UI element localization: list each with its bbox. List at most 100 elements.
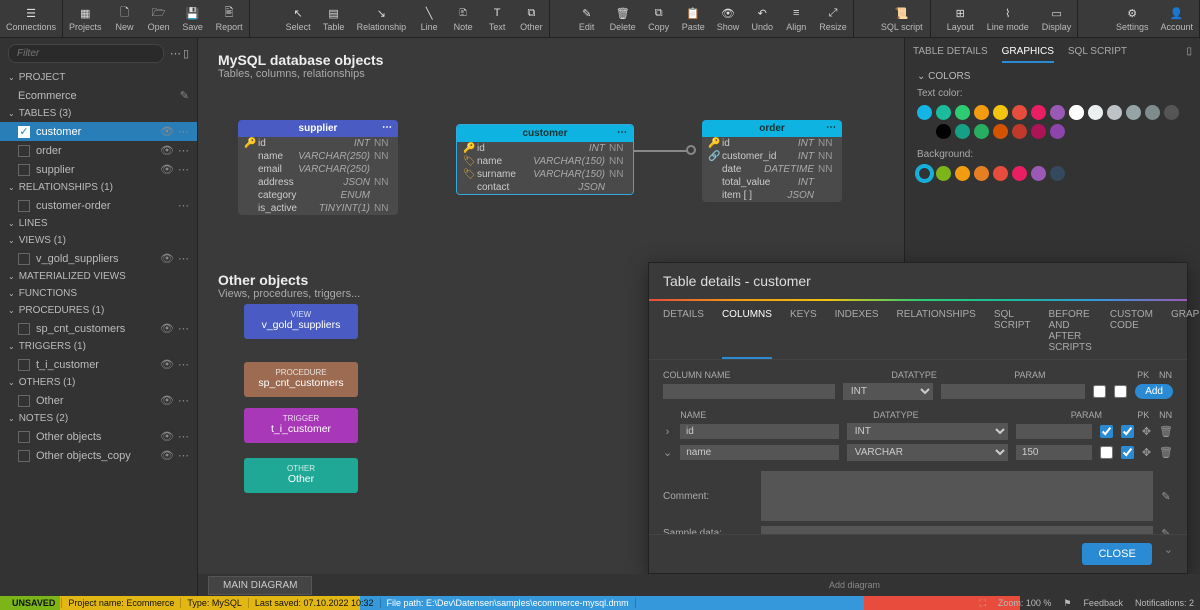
- tree-views[interactable]: ⌄VIEWS (1): [0, 232, 197, 249]
- color-swatch[interactable]: [955, 124, 970, 139]
- eye-icon[interactable]: 👁: [160, 252, 174, 265]
- linemode-button[interactable]: ⌇Line mode: [980, 0, 1036, 37]
- color-swatch[interactable]: [1069, 105, 1084, 120]
- settings-button[interactable]: ⚙Settings: [1110, 0, 1155, 37]
- dots-icon[interactable]: ⋯: [178, 163, 189, 176]
- sidebar-item-note2[interactable]: Other objects_copy👁⋯: [0, 446, 197, 465]
- collapse-icon[interactable]: ▯: [1186, 46, 1192, 63]
- layout-button[interactable]: ⊞Layout: [941, 0, 980, 37]
- new-button[interactable]: 🗋New: [108, 0, 142, 37]
- projects-button[interactable]: ▦Projects: [63, 0, 108, 37]
- column-datatype-select[interactable]: INT: [847, 423, 1008, 440]
- column-datatype-select[interactable]: VARCHAR: [847, 444, 1008, 461]
- panel-icon[interactable]: ▯: [183, 47, 189, 60]
- new-pk-checkbox[interactable]: [1093, 385, 1106, 398]
- table-column-row[interactable]: addressJSONNN: [238, 176, 398, 189]
- rtab-table-details[interactable]: TABLE DETAILS: [913, 46, 988, 63]
- new-column-param-input[interactable]: [941, 384, 1085, 399]
- dots-icon[interactable]: ⋯: [178, 125, 189, 138]
- new-column-name-input[interactable]: [663, 384, 835, 399]
- dots-icon[interactable]: ⋯: [178, 430, 189, 443]
- card-trigger[interactable]: TRIGGERt_i_customer: [244, 408, 358, 443]
- chevron-right-icon[interactable]: ›: [663, 426, 672, 438]
- mtab-indexes[interactable]: INDEXES: [835, 309, 879, 359]
- column-param-input[interactable]: [1016, 445, 1092, 460]
- table-column-row[interactable]: nameVARCHAR(250)NN: [238, 150, 398, 163]
- table-column-row[interactable]: is_activeTINYINT(1)NN: [238, 202, 398, 215]
- show-button[interactable]: 👁Show: [711, 0, 746, 37]
- table-column-row[interactable]: 🏷nameVARCHAR(150)NN: [457, 155, 633, 168]
- sqlscript-button[interactable]: 📜SQL script: [874, 0, 930, 37]
- chevron-down-icon[interactable]: ⌄: [663, 446, 672, 459]
- dots-icon[interactable]: ⋯: [178, 144, 189, 157]
- color-swatch[interactable]: [917, 166, 932, 181]
- color-swatch[interactable]: [993, 124, 1008, 139]
- table-column-row[interactable]: item [ ]JSON: [702, 189, 842, 202]
- add-diagram-button[interactable]: Add diagram: [829, 580, 880, 590]
- card-view[interactable]: VIEWv_gold_suppliers: [244, 304, 358, 339]
- delete-button[interactable]: 🗑Delete: [604, 0, 642, 37]
- dots-icon[interactable]: ⋯: [178, 358, 189, 371]
- table-button[interactable]: ▤Table: [317, 0, 351, 37]
- color-swatch[interactable]: [917, 105, 932, 120]
- color-swatch[interactable]: [1031, 105, 1046, 120]
- sidebar-item-note1[interactable]: Other objects👁⋯: [0, 427, 197, 446]
- eye-icon[interactable]: 👁: [160, 125, 174, 138]
- trash-icon[interactable]: 🗑: [1159, 425, 1173, 438]
- pencil-icon[interactable]: ✎: [180, 89, 189, 102]
- table-customer[interactable]: customer⋯ 🔑idINTNN🏷nameVARCHAR(150)NN🏷su…: [456, 124, 634, 195]
- paste-button[interactable]: 📋Paste: [676, 0, 711, 37]
- copy-button[interactable]: ⧉Copy: [642, 0, 676, 37]
- comment-textarea[interactable]: [761, 471, 1153, 521]
- color-swatch[interactable]: [1088, 105, 1103, 120]
- status-feedback[interactable]: Feedback: [1083, 598, 1123, 609]
- table-column-row[interactable]: emailVARCHAR(250): [238, 163, 398, 176]
- connections-button[interactable]: ☰Connections: [0, 0, 62, 37]
- undo-button[interactable]: ↶Undo: [745, 0, 779, 37]
- dots-icon[interactable]: ⋯: [178, 199, 189, 212]
- open-button[interactable]: 🗁Open: [142, 0, 176, 37]
- color-swatch[interactable]: [1050, 105, 1065, 120]
- color-swatch[interactable]: [955, 105, 970, 120]
- sidebar-item-proc[interactable]: sp_cnt_customers👁⋯: [0, 319, 197, 338]
- sidebar-item-rel[interactable]: customer-order⋯: [0, 196, 197, 215]
- fullscreen-icon[interactable]: ⛶: [980, 598, 986, 609]
- collapse-icon[interactable]: ⌄: [1164, 543, 1173, 565]
- color-swatch[interactable]: [1031, 124, 1046, 139]
- color-swatch[interactable]: [936, 124, 951, 139]
- card-other[interactable]: OTHEROther: [244, 458, 358, 493]
- select-button[interactable]: ↖Select: [280, 0, 317, 37]
- eye-icon[interactable]: 👁: [160, 163, 174, 176]
- other-button[interactable]: ⧉Other: [514, 0, 549, 37]
- dots-icon[interactable]: ⋯: [178, 322, 189, 335]
- table-column-row[interactable]: 🔗customer_idINTNN: [702, 150, 842, 163]
- mtab-custom[interactable]: CUSTOM CODE: [1110, 309, 1153, 359]
- pk-checkbox[interactable]: [1100, 425, 1113, 438]
- color-swatch[interactable]: [1012, 124, 1027, 139]
- line-button[interactable]: ╲Line: [412, 0, 446, 37]
- table-column-row[interactable]: 🏷surnameVARCHAR(150)NN: [457, 168, 633, 181]
- color-swatch[interactable]: [936, 105, 951, 120]
- sample-data-input[interactable]: [761, 526, 1153, 534]
- align-button[interactable]: ≡Align: [779, 0, 813, 37]
- mtab-details[interactable]: DETAILS: [663, 309, 704, 359]
- table-column-row[interactable]: 🔑idINTNN: [702, 137, 842, 150]
- move-icon[interactable]: ✥: [1142, 425, 1151, 438]
- dots-icon[interactable]: ⋯: [617, 127, 627, 138]
- dots-icon[interactable]: ⋯: [178, 252, 189, 265]
- table-column-row[interactable]: total_valueINT: [702, 176, 842, 189]
- sidebar-item-view[interactable]: v_gold_suppliers👁⋯: [0, 249, 197, 268]
- sidebar-item-trigger[interactable]: t_i_customer👁⋯: [0, 355, 197, 374]
- eye-icon[interactable]: 👁: [160, 430, 174, 443]
- pencil-icon[interactable]: ✎: [1159, 490, 1173, 503]
- table-column-row[interactable]: 🔑idINTNN: [457, 142, 633, 155]
- display-button[interactable]: ▭Display: [1036, 0, 1078, 37]
- canvas[interactable]: MySQL database objectsTables, columns, r…: [198, 38, 1200, 596]
- note-button[interactable]: 🗈Note: [446, 0, 480, 37]
- table-column-row[interactable]: categoryENUM: [238, 189, 398, 202]
- trash-icon[interactable]: 🗑: [1159, 446, 1173, 459]
- rtab-sqlscript[interactable]: SQL SCRIPT: [1068, 46, 1127, 63]
- color-swatch[interactable]: [974, 124, 989, 139]
- color-swatch[interactable]: [1050, 166, 1065, 181]
- dots-icon[interactable]: ⋯: [178, 394, 189, 407]
